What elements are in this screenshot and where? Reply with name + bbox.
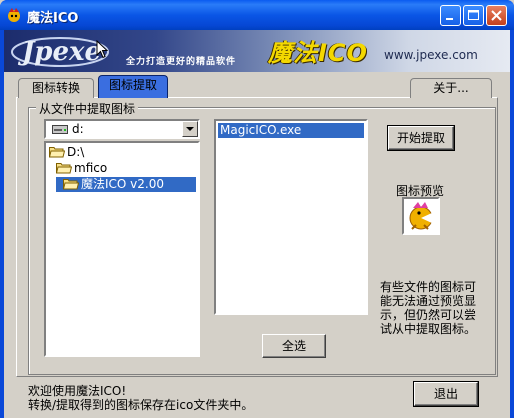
- app-icon: [8, 8, 20, 22]
- banner-url: www.jpexe.com: [384, 48, 478, 62]
- directory-list[interactable]: D:\ mfico 魔法ICO v2.00: [44, 141, 200, 357]
- svg-text:Jpexe: Jpexe: [17, 37, 101, 67]
- directory-label: 魔法ICO v2.00: [81, 177, 164, 191]
- close-button[interactable]: [486, 5, 507, 26]
- maximize-button[interactable]: [463, 5, 484, 26]
- group-label: 从文件中提取图标: [36, 100, 139, 117]
- preview-note: 有些文件的图标可能无法通过预览显示，但仍然可以尝试从中提取图标。: [380, 280, 477, 336]
- start-extract-button[interactable]: 开始提取: [387, 125, 455, 151]
- minimize-icon: [446, 18, 453, 20]
- client-area: Jpexe 全力打造更好的精品软件 魔法ICO www.jpexe.com 图标…: [4, 30, 510, 418]
- file-item[interactable]: MagicICO.exe: [218, 123, 364, 138]
- pacman-character-icon: [404, 199, 438, 233]
- dropdown-button[interactable]: [182, 121, 198, 137]
- open-folder-icon: [55, 163, 73, 174]
- tab-convert[interactable]: 图标转换: [18, 78, 94, 98]
- app-window: 魔法ICO Jpexe 全力打造更好的精品软件 魔法ICO www.jpexe.…: [0, 0, 514, 418]
- banner-slogan: 全力打造更好的精品软件: [126, 57, 237, 67]
- tab-about[interactable]: 关于...: [410, 78, 492, 98]
- directory-item-root[interactable]: D:\: [48, 145, 85, 160]
- tab-extract[interactable]: 图标提取: [98, 75, 168, 98]
- icon-preview: [402, 197, 440, 235]
- maximize-icon: [468, 10, 479, 20]
- directory-item-selected[interactable]: 魔法ICO v2.00: [56, 177, 196, 192]
- open-folder-icon: [62, 179, 80, 190]
- mouse-cursor-icon: [96, 40, 108, 59]
- select-all-button[interactable]: 全选: [262, 334, 326, 358]
- status-line-2: 转换/提取得到的图标保存在ico文件夹中。: [28, 398, 254, 412]
- window-title: 魔法ICO: [27, 11, 79, 26]
- banner-title: 魔法ICO: [268, 39, 368, 67]
- open-folder-icon: [48, 147, 66, 158]
- directory-item-mfico[interactable]: mfico: [55, 161, 108, 176]
- directory-label: D:\: [67, 145, 85, 159]
- banner: Jpexe 全力打造更好的精品软件 魔法ICO www.jpexe.com: [4, 30, 510, 72]
- title-bar[interactable]: 魔法ICO: [0, 0, 514, 30]
- close-icon: [491, 10, 502, 21]
- minimize-button[interactable]: [440, 5, 461, 26]
- file-list[interactable]: MagicICO.exe: [214, 119, 368, 315]
- drive-select[interactable]: d:: [44, 119, 200, 139]
- directory-label: mfico: [74, 161, 108, 175]
- chevron-down-icon: [186, 127, 194, 131]
- drive-icon: [52, 125, 68, 134]
- drive-value: d:: [72, 122, 84, 136]
- exit-button[interactable]: 退出: [413, 381, 479, 407]
